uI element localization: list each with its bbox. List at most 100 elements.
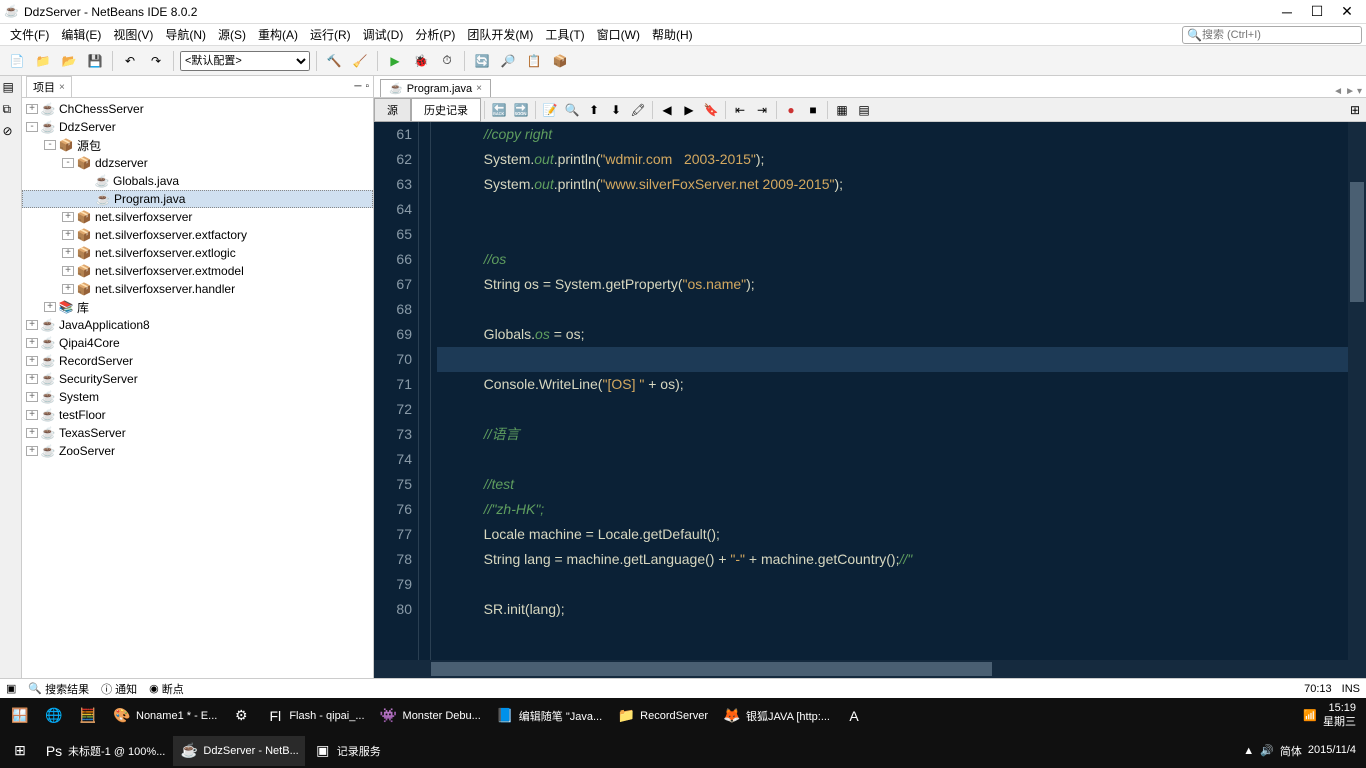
expand-icon[interactable]: + <box>26 410 38 420</box>
taskbar-item[interactable]: ☕DdzServer - NetB... <box>173 736 304 766</box>
et-find-next-icon[interactable]: ⬇ <box>606 100 626 120</box>
window-group-icon[interactable]: ▤ <box>3 80 19 96</box>
fold-gutter[interactable] <box>419 122 431 660</box>
menu-help[interactable]: 帮助(H) <box>646 24 699 45</box>
taskbar-item[interactable]: A <box>838 701 870 731</box>
tree-node[interactable]: ☕Globals.java <box>22 172 373 190</box>
tree-node[interactable]: +☕SecurityServer <box>22 370 373 388</box>
tree-node[interactable]: +☕TexasServer <box>22 424 373 442</box>
menu-file[interactable]: 文件(F) <box>4 24 55 45</box>
code-editor[interactable]: 6162636465666768697071727374757677787980… <box>374 122 1366 660</box>
services-icon[interactable]: ⊘ <box>3 124 19 140</box>
breakpoints-button[interactable]: ◉断点 <box>149 681 184 697</box>
menu-edit[interactable]: 编辑(E) <box>55 24 107 45</box>
tree-node[interactable]: +📚库 <box>22 298 373 316</box>
taskbar-item[interactable]: ⊞ <box>4 736 36 766</box>
et-macro-stop-icon[interactable]: ■ <box>803 100 823 120</box>
minimize-button[interactable]: ─ <box>1280 5 1294 19</box>
tree-node[interactable]: -📦源包 <box>22 136 373 154</box>
tree-node[interactable]: +☕Qipai4Core <box>22 334 373 352</box>
tab-nav-right-icon[interactable]: ► <box>1345 86 1355 97</box>
close-file-icon[interactable]: × <box>476 83 482 94</box>
refresh-button[interactable]: 🔄 <box>471 50 493 72</box>
et-prev-bookmark-icon[interactable]: ◀ <box>657 100 677 120</box>
tray-up-icon[interactable]: ▲ <box>1243 745 1254 757</box>
taskbar-item[interactable]: FlFlash - qipai_... <box>259 701 370 731</box>
tray-wifi-icon[interactable]: 📶 <box>1303 709 1317 722</box>
tree-node[interactable]: +📦net.silverfoxserver <box>22 208 373 226</box>
et-toggle-bookmark-icon[interactable]: 🔖 <box>701 100 721 120</box>
quick-search[interactable]: 🔍 <box>1182 26 1362 44</box>
debug-button[interactable]: 🐞 <box>410 50 432 72</box>
build-button[interactable]: 🔨 <box>323 50 345 72</box>
menu-view[interactable]: 视图(V) <box>107 24 159 45</box>
tab-list-icon[interactable]: ▾ <box>1357 86 1362 97</box>
project-tree[interactable]: +☕ChChessServer-☕DdzServer-📦源包-📦ddzserve… <box>22 98 373 678</box>
tree-node[interactable]: +📦net.silverfoxserver.extmodel <box>22 262 373 280</box>
tree-node[interactable]: +☕System <box>22 388 373 406</box>
new-file-button[interactable]: 📄 <box>6 50 28 72</box>
vertical-scrollbar[interactable] <box>1348 122 1366 660</box>
expand-icon[interactable]: + <box>62 284 74 294</box>
menu-tools[interactable]: 工具(T) <box>539 24 590 45</box>
tree-node[interactable]: +📦net.silverfoxserver.extlogic <box>22 244 373 262</box>
tree-node[interactable]: ☕Program.java <box>22 190 373 208</box>
save-all-button[interactable]: 💾 <box>84 50 106 72</box>
tree-node[interactable]: -📦ddzserver <box>22 154 373 172</box>
et-toggle-highlight-icon[interactable]: 🖍 <box>628 100 648 120</box>
history-view-tab[interactable]: 历史记录 <box>411 98 481 122</box>
expand-icon[interactable]: + <box>62 212 74 222</box>
taskbar-item[interactable]: 🪟 <box>4 701 36 731</box>
ime-indicator[interactable]: 简体 <box>1280 743 1302 759</box>
et-uncomment-icon[interactable]: ▤ <box>854 100 874 120</box>
clean-build-button[interactable]: 🧹 <box>349 50 371 72</box>
profile-button[interactable]: ⏱ <box>436 50 458 72</box>
tree-node[interactable]: +☕ChChessServer <box>22 100 373 118</box>
tree-node[interactable]: +📦net.silverfoxserver.handler <box>22 280 373 298</box>
taskbar-item[interactable]: ▣记录服务 <box>307 736 387 766</box>
close-tab-icon[interactable]: × <box>59 82 65 93</box>
expand-icon[interactable]: + <box>26 392 38 402</box>
expand-icon[interactable]: + <box>26 446 38 456</box>
expand-icon[interactable]: + <box>44 302 56 312</box>
et-find-sel-icon[interactable]: 🔍 <box>562 100 582 120</box>
file-tab-program[interactable]: ☕ Program.java × <box>380 79 491 97</box>
expand-icon[interactable]: + <box>26 338 38 348</box>
output-toggle-icon[interactable]: ▣ <box>6 682 16 695</box>
menu-run[interactable]: 运行(R) <box>304 24 357 45</box>
taskbar-item[interactable]: 📘编辑随笔 "Java... <box>489 701 608 731</box>
navigator-icon[interactable]: ⧉ <box>3 102 19 118</box>
panel-minimize-icon[interactable]: ─ <box>354 81 361 92</box>
expand-icon[interactable]: + <box>26 374 38 384</box>
open-button[interactable]: 📂 <box>58 50 80 72</box>
tree-node[interactable]: +☕JavaApplication8 <box>22 316 373 334</box>
code-content[interactable]: //copy right System.out.println("wdmir.c… <box>431 122 1348 660</box>
expand-icon[interactable]: - <box>62 158 74 168</box>
expand-icon[interactable]: + <box>26 104 38 114</box>
et-macro-record-icon[interactable]: ● <box>781 100 801 120</box>
taskbar-item[interactable]: ⚙ <box>225 701 257 731</box>
notifications-button[interactable]: ⓘ通知 <box>101 681 137 697</box>
undo-button[interactable]: ↶ <box>119 50 141 72</box>
et-shift-left-icon[interactable]: ⇤ <box>730 100 750 120</box>
et-shift-right-icon[interactable]: ⇥ <box>752 100 772 120</box>
tree-node[interactable]: -☕DdzServer <box>22 118 373 136</box>
panel-restore-icon[interactable]: ▫ <box>365 81 369 92</box>
menu-debug[interactable]: 调试(D) <box>357 24 410 45</box>
search-input[interactable] <box>1202 29 1357 41</box>
source-view-tab[interactable]: 源 <box>374 98 411 122</box>
run-button[interactable]: ▶ <box>384 50 406 72</box>
expand-icon[interactable]: - <box>44 140 56 150</box>
menu-window[interactable]: 窗口(W) <box>591 24 646 45</box>
taskbar-item[interactable]: 📁RecordServer <box>610 701 714 731</box>
expand-icon[interactable]: + <box>26 320 38 330</box>
close-button[interactable]: ✕ <box>1340 5 1354 19</box>
horizontal-scrollbar[interactable] <box>374 660 1366 678</box>
expand-icon[interactable]: + <box>26 428 38 438</box>
menu-navigate[interactable]: 导航(N) <box>159 24 212 45</box>
menu-source[interactable]: 源(S) <box>212 24 252 45</box>
tree-node[interactable]: +☕ZooServer <box>22 442 373 460</box>
projects-tab[interactable]: 项目 × <box>26 76 72 97</box>
tray-volume-icon[interactable]: 🔊 <box>1260 744 1274 757</box>
et-last-edit-icon[interactable]: 📝 <box>540 100 560 120</box>
